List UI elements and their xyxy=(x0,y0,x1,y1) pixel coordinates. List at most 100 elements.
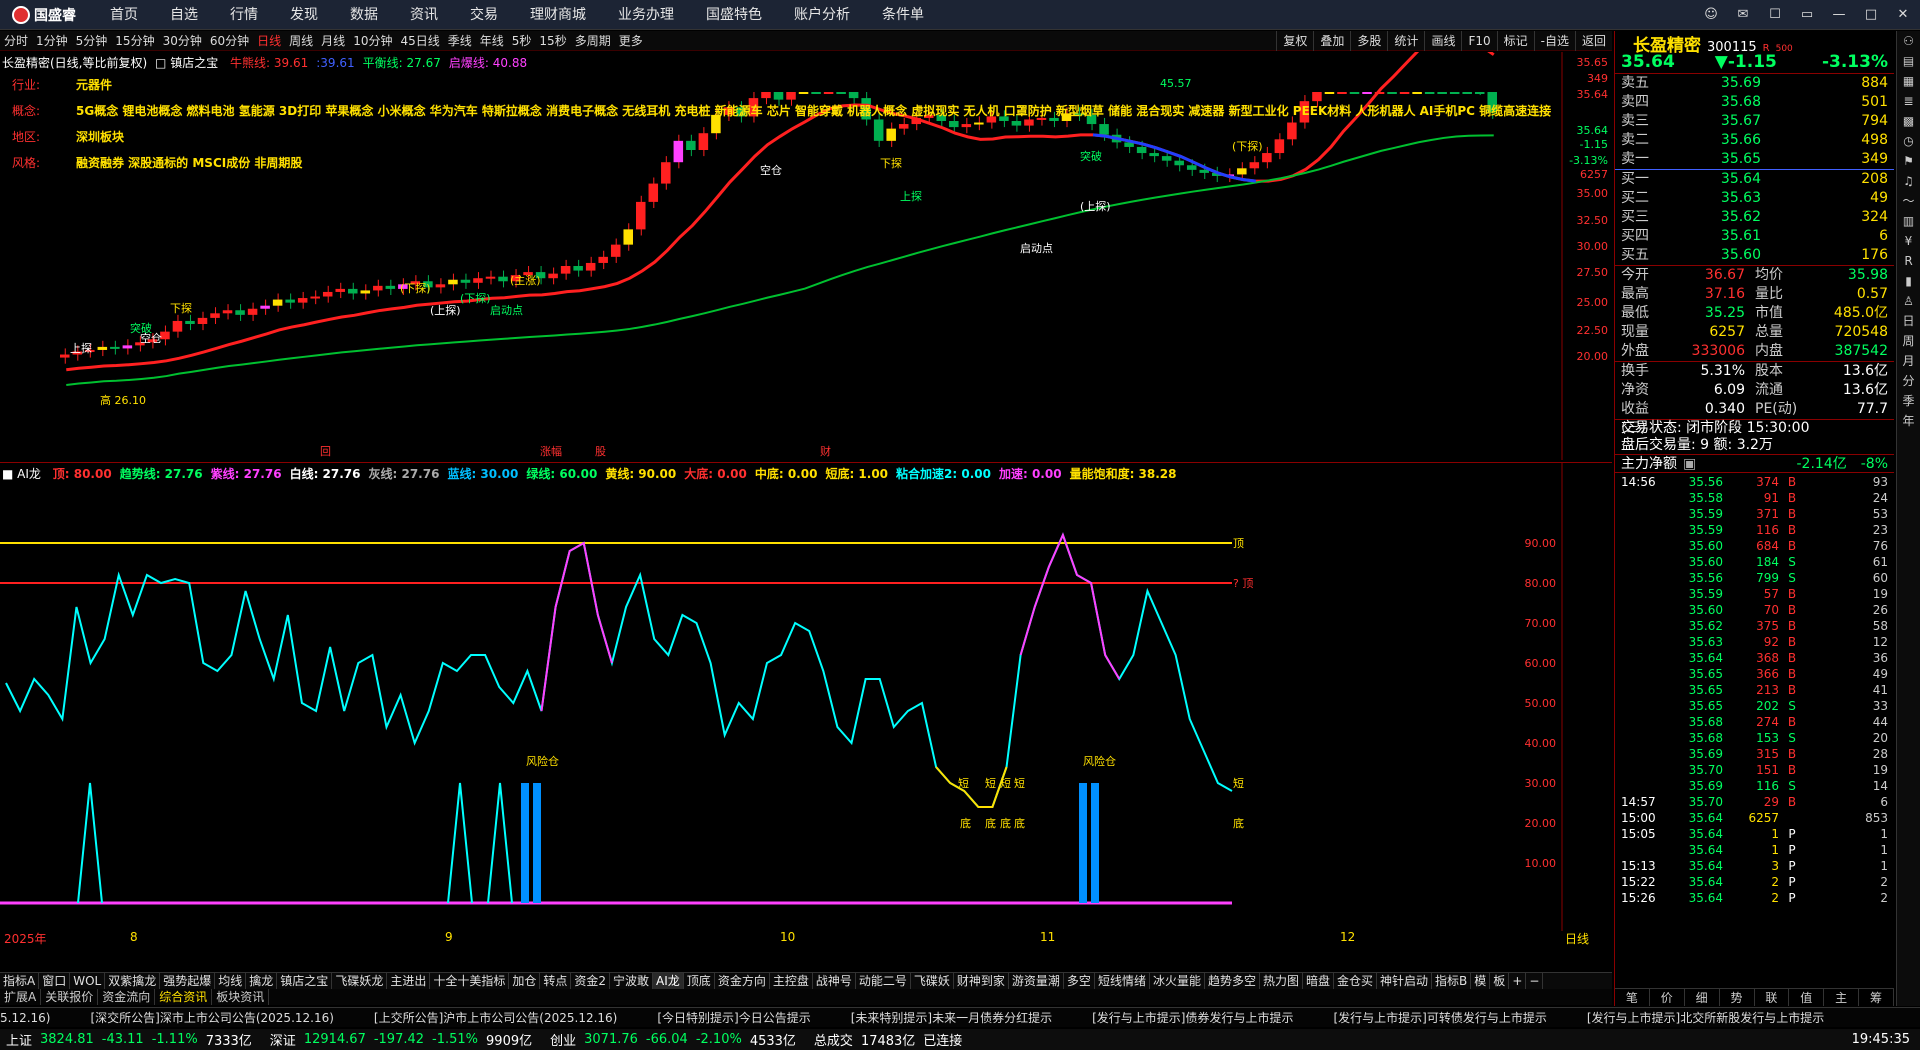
period-6[interactable]: 日线 xyxy=(253,31,285,51)
period-3[interactable]: 15分钟 xyxy=(111,31,158,51)
indicator-tab-3[interactable]: 双紫擒龙 xyxy=(105,973,161,989)
tool-button-3[interactable]: 统计 xyxy=(1387,31,1424,51)
menu-item-1[interactable]: 自选 xyxy=(154,0,214,30)
sidebar-period-2[interactable]: 月 xyxy=(1897,351,1920,371)
menu-item-6[interactable]: 交易 xyxy=(454,0,514,30)
period-2[interactable]: 5分钟 xyxy=(72,31,112,51)
news-item-5[interactable]: [发行与上市提示]债券发行与上市提示 xyxy=(1092,1008,1293,1027)
quote-tab-0[interactable]: 笔 xyxy=(1615,989,1650,1006)
indicator-tab-19[interactable]: 战神号 xyxy=(813,973,856,989)
indicator-tab-7[interactable]: 镇店之宝 xyxy=(277,973,333,989)
tool-button-2[interactable]: 多股 xyxy=(1350,31,1387,51)
indicator-tab-13[interactable]: 资金2 xyxy=(571,973,611,989)
news-item-6[interactable]: [发行与上市提示]可转债发行与上市提示 xyxy=(1333,1008,1546,1027)
news-item-1[interactable]: [深交所公告]深市上市公司公告(2025.12.16) xyxy=(90,1008,333,1027)
flag-icon[interactable]: ⚑ xyxy=(1897,151,1920,171)
quote-tab-2[interactable]: 细 xyxy=(1685,989,1720,1006)
money-icon[interactable]: ¥ xyxy=(1897,231,1920,251)
indicator-tab-9[interactable]: 主进出 xyxy=(387,973,431,989)
grid-icon[interactable]: ▩ xyxy=(1897,111,1920,131)
indicator-tab-35[interactable]: + xyxy=(1509,973,1527,989)
tool-button-0[interactable]: 复权 xyxy=(1276,31,1313,51)
indicator-tab-33[interactable]: 模 xyxy=(1471,973,1491,989)
minimize-icon[interactable]: — xyxy=(1828,4,1850,26)
period-5[interactable]: 60分钟 xyxy=(206,31,253,51)
menu-item-2[interactable]: 行情 xyxy=(214,0,274,30)
menu-item-8[interactable]: 业务办理 xyxy=(602,0,690,30)
indicator-tab-29[interactable]: 暗盘 xyxy=(1303,973,1335,989)
indicator-tab-36[interactable]: − xyxy=(1526,973,1544,989)
tool-button-6[interactable]: 标记 xyxy=(1496,31,1534,51)
period-0[interactable]: 分时 xyxy=(0,31,32,51)
indicator-tab-11[interactable]: 加仓 xyxy=(509,973,541,989)
indicator-tab-26[interactable]: 冰火量能 xyxy=(1150,973,1205,989)
period-10[interactable]: 45日线 xyxy=(396,31,443,51)
menu-item-7[interactable]: 理财商城 xyxy=(514,0,602,30)
quote-tab-7[interactable]: 筹 xyxy=(1859,989,1894,1006)
app-logo[interactable]: 国盛睿 xyxy=(0,5,94,25)
sub-tab-1[interactable]: 关联报价 xyxy=(41,989,99,1005)
menu-item-9[interactable]: 国盛特色 xyxy=(690,0,778,30)
indicator-tab-6[interactable]: 擒龙 xyxy=(246,973,278,989)
sidebar-period-3[interactable]: 分 xyxy=(1897,371,1920,391)
person-icon[interactable]: ♙ xyxy=(1897,291,1920,311)
sub-tab-0[interactable]: 扩展A xyxy=(0,989,42,1005)
news-item-0[interactable]: 5.12.16) xyxy=(0,1008,50,1027)
bell-icon[interactable]: ♫ xyxy=(1897,171,1920,191)
indicator-tab-25[interactable]: 短线情绪 xyxy=(1095,973,1150,989)
quote-tab-5[interactable]: 值 xyxy=(1789,989,1825,1006)
menu-item-11[interactable]: 条件单 xyxy=(866,0,940,30)
skin-icon[interactable]: ☺ xyxy=(1700,4,1722,26)
menu-item-10[interactable]: 账户分析 xyxy=(778,0,866,30)
period-12[interactable]: 年线 xyxy=(476,31,508,51)
sub-tab-4[interactable]: 板块资讯 xyxy=(212,989,270,1005)
period-8[interactable]: 月线 xyxy=(317,31,349,51)
indicator-tab-8[interactable]: 飞碟妖龙 xyxy=(332,973,388,989)
kline-chart[interactable]: 空仓 突破 下探 上探 启动点 (下探) (上探) (下探) (主涨) 空仓 上探 下探 启动点 45.5… xyxy=(0,52,1612,460)
indicator-tab-17[interactable]: 资金方向 xyxy=(715,973,770,989)
doc-icon[interactable]: ▥ xyxy=(1897,211,1920,231)
indicator-tab-10[interactable]: 十全十美指标 xyxy=(430,973,510,989)
indicator-tab-32[interactable]: 指标B xyxy=(1432,973,1472,989)
quote-tab-4[interactable]: 联 xyxy=(1755,989,1790,1006)
period-16[interactable]: 更多 xyxy=(615,31,647,51)
sub-tab-2[interactable]: 资金流向 xyxy=(98,989,156,1005)
maximize-icon[interactable]: □ xyxy=(1860,4,1882,26)
indicator-tab-16[interactable]: 顶底 xyxy=(684,973,715,989)
period-13[interactable]: 5秒 xyxy=(508,31,536,51)
indicator-tab-22[interactable]: 财神到家 xyxy=(954,973,1009,989)
tool-button-8[interactable]: 返回 xyxy=(1574,31,1612,51)
news-item-2[interactable]: [上交所公告]沪市上市公司公告(2025.12.16) xyxy=(374,1008,617,1027)
indicator-tab-28[interactable]: 热力图 xyxy=(1260,973,1303,989)
period-11[interactable]: 季线 xyxy=(444,31,476,51)
tool-button-1[interactable]: 叠加 xyxy=(1313,31,1350,51)
period-4[interactable]: 30分钟 xyxy=(159,31,206,51)
indicator-tab-0[interactable]: 指标A xyxy=(0,973,40,989)
quote-tab-1[interactable]: 价 xyxy=(1650,989,1685,1006)
sidebar-period-4[interactable]: 季 xyxy=(1897,391,1920,411)
message-icon[interactable]: ✉ xyxy=(1732,4,1754,26)
sub-tab-3[interactable]: 综合资讯 xyxy=(155,989,213,1005)
indicator-tab-18[interactable]: 主控盘 xyxy=(770,973,813,989)
menu-item-4[interactable]: 数据 xyxy=(334,0,394,30)
news-item-4[interactable]: [未来特别提示]未来一月债券分红提示 xyxy=(851,1008,1052,1027)
quote-tab-6[interactable]: 主 xyxy=(1824,989,1860,1006)
indicator-tab-2[interactable]: WOL xyxy=(70,973,106,989)
chart-icon[interactable]: ▦ xyxy=(1897,71,1920,91)
quote-tab-3[interactable]: 势 xyxy=(1720,989,1755,1006)
news-item-3[interactable]: [今日特别提示]今日公告提示 xyxy=(657,1008,810,1027)
indicator-tab-27[interactable]: 趋势多空 xyxy=(1205,973,1260,989)
indicator-tab-34[interactable]: 板 xyxy=(1490,973,1510,989)
indicator-tab-31[interactable]: 神针启动 xyxy=(1377,973,1433,989)
period-14[interactable]: 15秒 xyxy=(535,31,570,51)
indicator-tab-12[interactable]: 转点 xyxy=(540,973,572,989)
ai-indicator-chart[interactable]: 顶? 顶风险仓 风险仓底底底底底短短短短短 90.00 80.00 70.00 60.00… xyxy=(0,462,1612,931)
menu-item-3[interactable]: 发现 xyxy=(274,0,334,30)
mail-icon[interactable]: ☐ xyxy=(1764,4,1786,26)
indicator-tab-23[interactable]: 游资量潮 xyxy=(1009,973,1064,989)
sidebar-period-1[interactable]: 周 xyxy=(1897,331,1920,351)
period-7[interactable]: 周线 xyxy=(285,31,317,51)
indicator-tab-1[interactable]: 窗口 xyxy=(39,973,71,989)
indicator-tab-5[interactable]: 均线 xyxy=(215,973,247,989)
close-icon[interactable]: ✕ xyxy=(1892,4,1914,26)
